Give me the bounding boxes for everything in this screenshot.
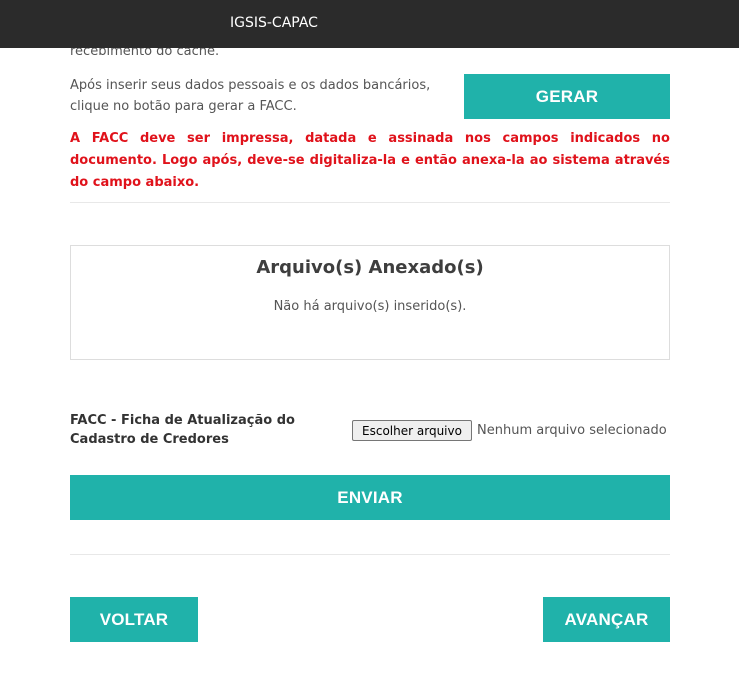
file-status-text: Nenhum arquivo selecionado	[477, 423, 667, 438]
submit-button[interactable]: ENVIAR	[70, 475, 670, 520]
generate-instruction-line-1: Após inserir seus dados pessoais e os da…	[70, 78, 431, 93]
generate-facc-button[interactable]: GERAR	[464, 74, 670, 119]
attachments-panel: Arquivo(s) Anexado(s) Não há arquivo(s) …	[70, 245, 670, 360]
back-button[interactable]: VOLTAR	[70, 597, 198, 642]
brand-link[interactable]: IGSIS-CAPAC	[230, 14, 318, 32]
next-button[interactable]: AVANÇAR	[543, 597, 670, 642]
generate-instruction-line-2: clique no botão para gerar a FACC.	[70, 99, 297, 114]
divider	[70, 554, 670, 555]
facc-file-label: FACC - Ficha de Atualização do Cadastro …	[70, 413, 295, 447]
generate-instructions: Após inserir seus dados pessoais e os da…	[70, 75, 450, 117]
attachments-empty-message: Não há arquivo(s) inserido(s).	[273, 299, 467, 314]
top-navbar: IGSIS-CAPAC	[0, 0, 739, 48]
warning-message: A FACC deve ser impressa, datada e assin…	[70, 131, 670, 190]
choose-file-button[interactable]: Escolher arquivo	[352, 420, 472, 441]
page: IGSIS-CAPAC recebimento do cachê. Após i…	[0, 0, 739, 681]
attachments-title: Arquivo(s) Anexado(s)	[256, 257, 484, 278]
divider	[70, 202, 670, 203]
